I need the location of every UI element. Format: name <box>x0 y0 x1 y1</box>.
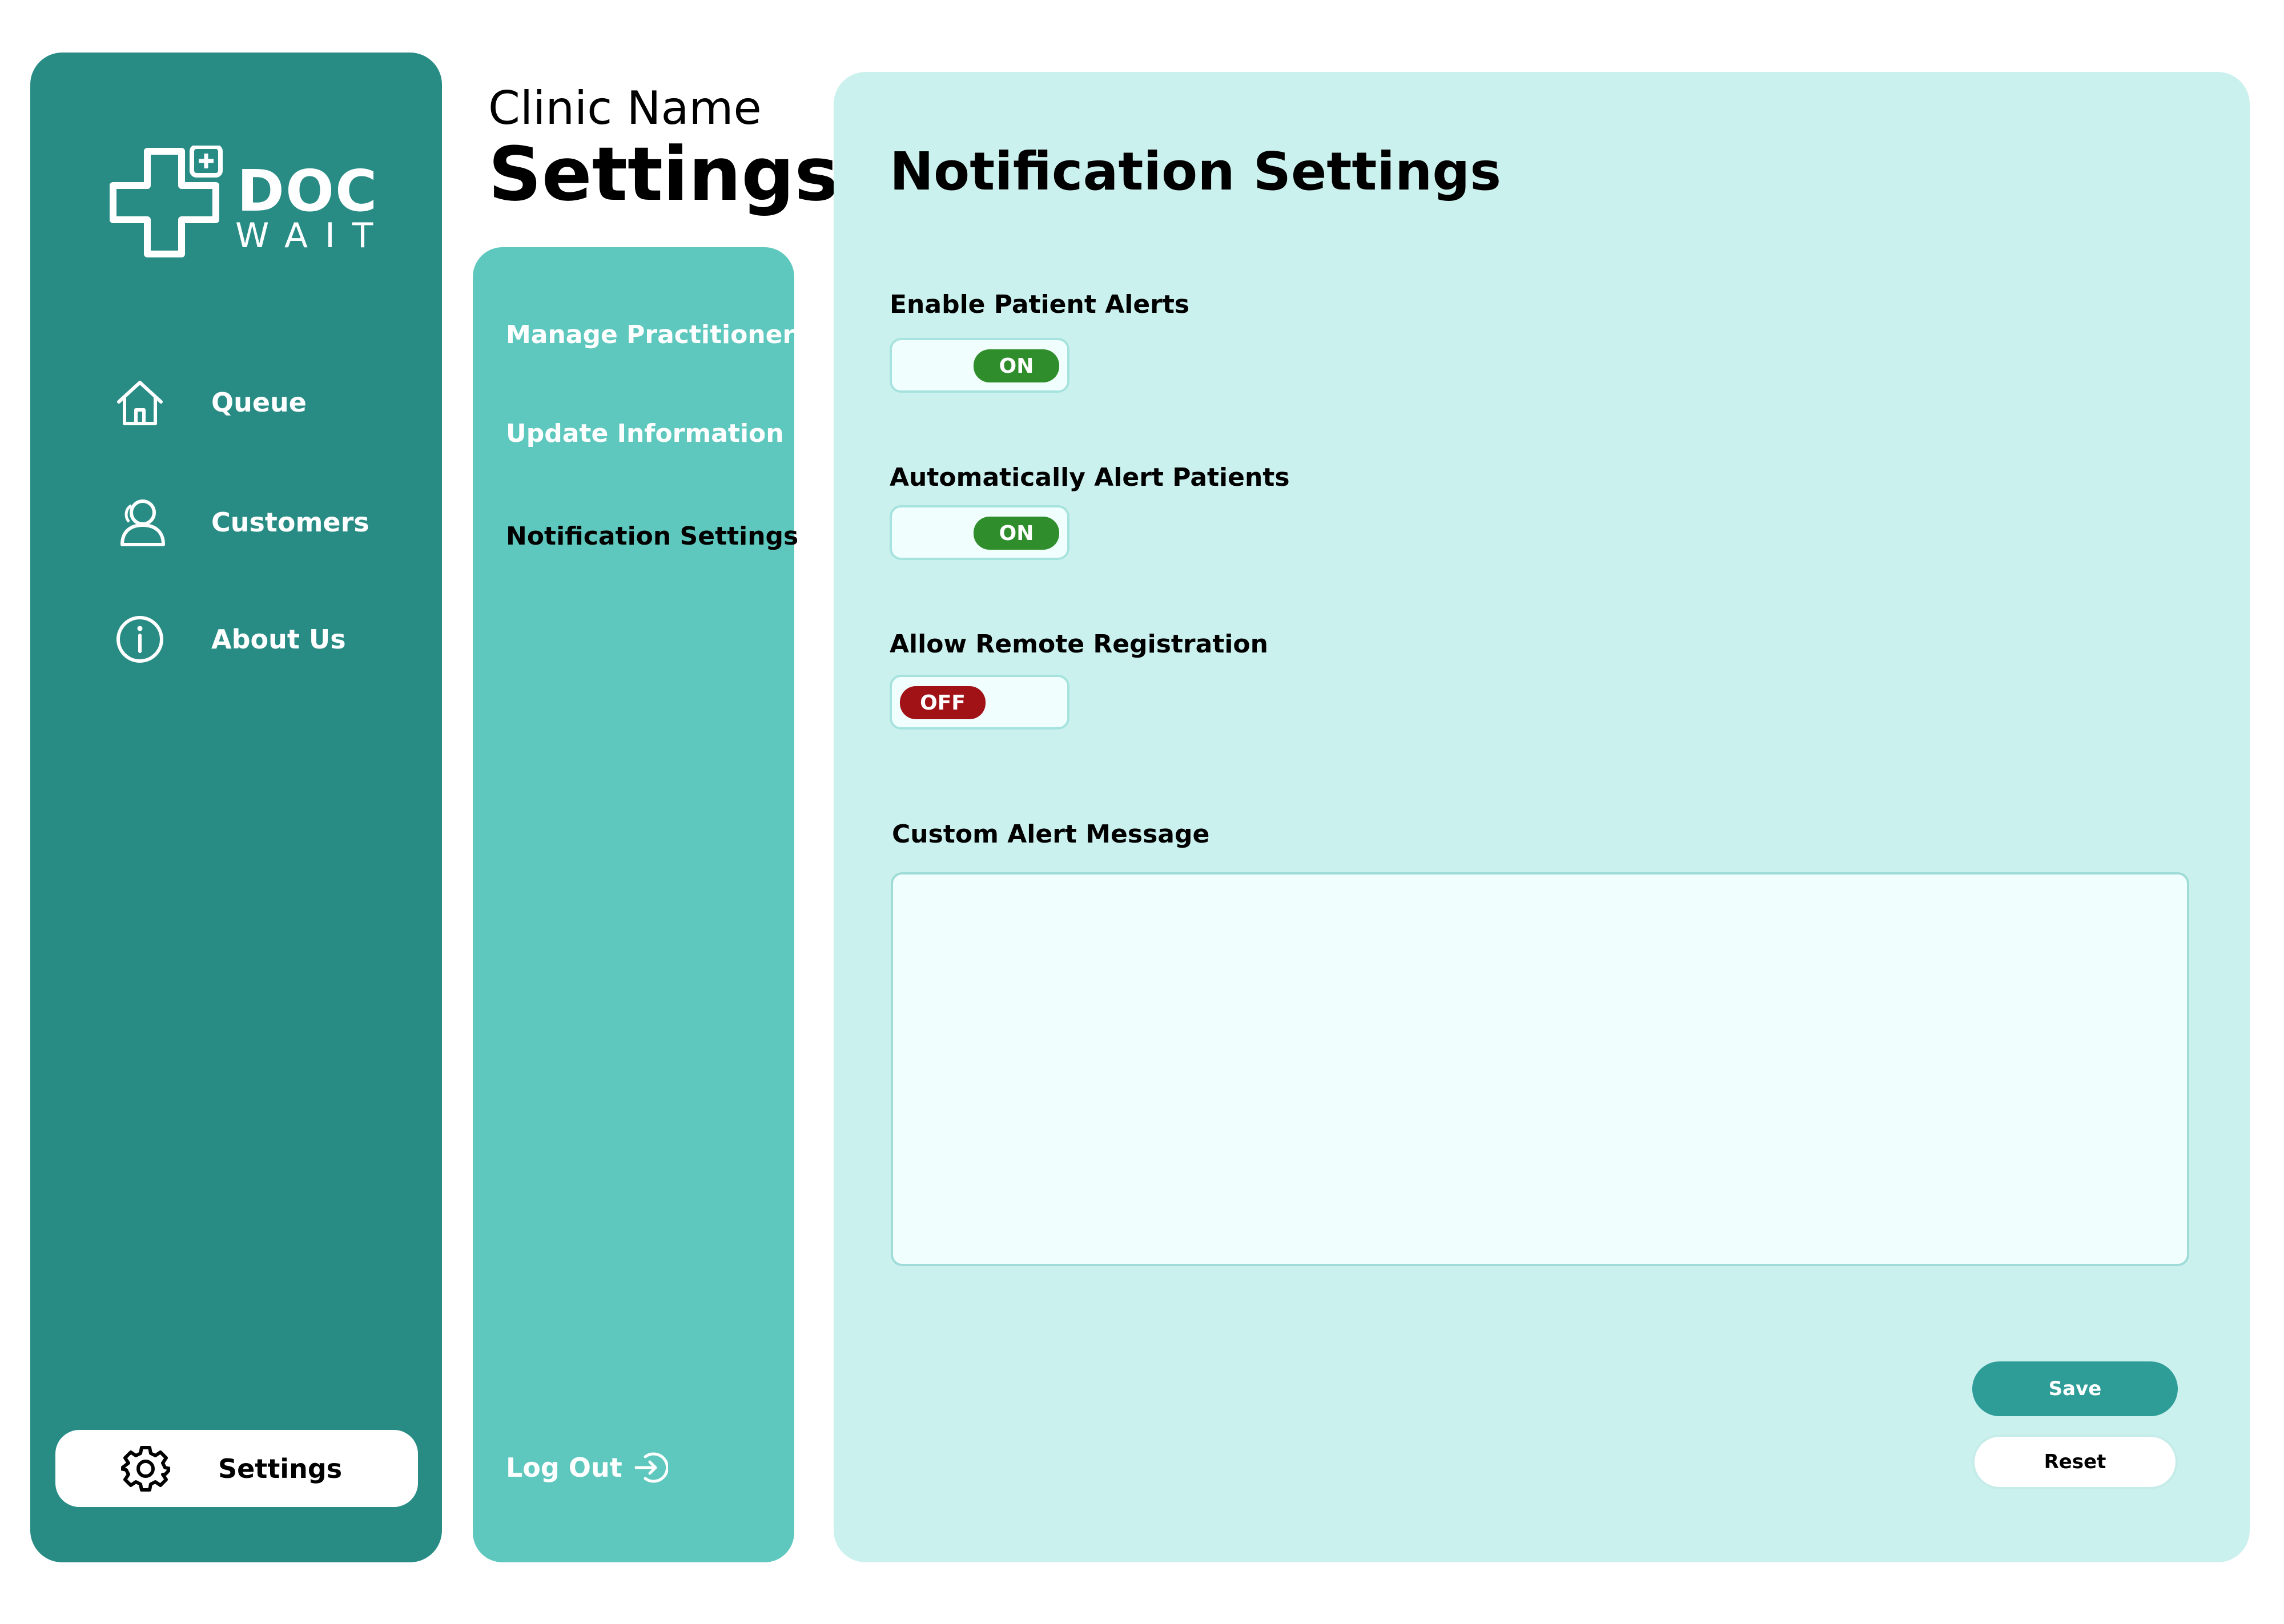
custom-alert-message-input[interactable] <box>891 872 2189 1266</box>
clinic-name: Clinic Name <box>488 82 762 135</box>
toggle-allow-remote-registration[interactable]: OFF <box>890 675 1069 730</box>
logo-text-bottom: WAIT <box>235 216 391 256</box>
section-title: Notification Settings <box>890 141 1502 202</box>
sidebar-item-label: Customers <box>211 507 369 538</box>
setting-label-enable-patient-alerts: Enable Patient Alerts <box>890 290 1190 319</box>
sidebar-item-queue[interactable]: Queue <box>114 371 411 434</box>
medical-cross-icon <box>110 146 223 257</box>
setting-label-allow-remote-registration: Allow Remote Registration <box>890 630 1268 659</box>
logout-label: Log Out <box>506 1452 622 1483</box>
gear-icon <box>121 1437 178 1500</box>
logout-button[interactable]: Log Out <box>506 1450 668 1485</box>
users-icon <box>114 491 177 554</box>
home-icon <box>114 371 177 434</box>
custom-alert-message-label: Custom Alert Message <box>892 820 1210 849</box>
toggle-automatically-alert-patients[interactable]: ON <box>890 505 1069 560</box>
toggle-enable-patient-alerts[interactable]: ON <box>890 338 1069 393</box>
sidebar <box>30 53 442 1562</box>
info-icon <box>114 608 177 671</box>
page-title: Settings <box>488 131 839 217</box>
subnav-item-notification-settings[interactable]: Notification Settings <box>506 524 798 549</box>
sidebar-item-label: About Us <box>211 624 346 655</box>
save-button[interactable]: Save <box>1972 1361 2178 1416</box>
sidebar-item-customers[interactable]: Customers <box>114 491 411 554</box>
subnav-item-manage-practitioners[interactable]: Manage Practitioners <box>506 323 810 348</box>
toggle-state-on: ON <box>974 517 1059 550</box>
toggle-state-off: OFF <box>900 686 986 719</box>
sidebar-item-label: Settings <box>218 1453 343 1484</box>
sidebar-item-about-us[interactable]: About Us <box>114 608 411 671</box>
sidebar-item-label: Queue <box>211 387 307 418</box>
logout-icon <box>634 1452 668 1483</box>
toggle-state-on: ON <box>974 349 1059 382</box>
sidebar-item-settings[interactable]: Settings <box>55 1430 418 1507</box>
docwait-logo: DOC WAIT <box>74 134 383 265</box>
subnav-item-update-information[interactable]: Update Information <box>506 421 784 446</box>
reset-button[interactable]: Reset <box>1972 1434 2178 1489</box>
setting-label-automatically-alert-patients: Automatically Alert Patients <box>890 463 1290 492</box>
logo-text-top: DOC <box>237 158 379 224</box>
